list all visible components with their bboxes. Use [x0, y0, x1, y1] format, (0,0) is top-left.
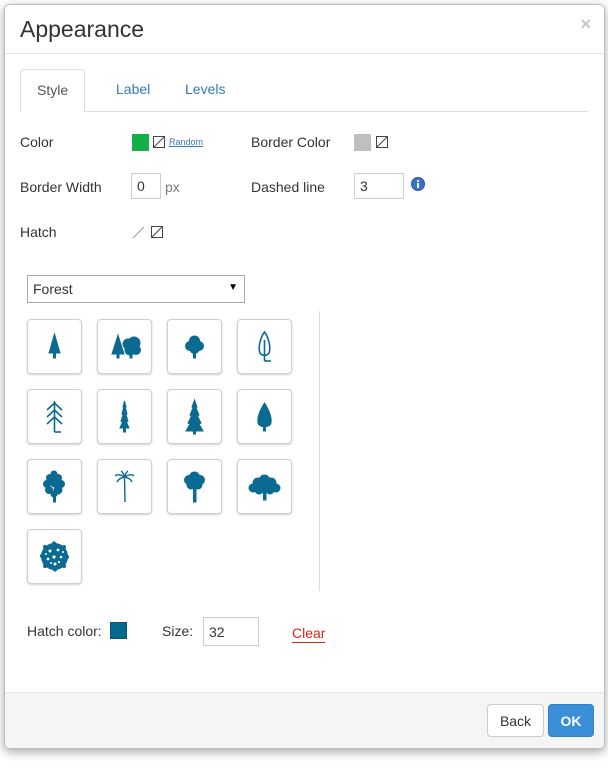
hatch-color-swatch[interactable]: [110, 622, 127, 639]
color-label: Color: [20, 134, 54, 150]
small-conifer-icon: [48, 332, 61, 359]
border-width-unit: px: [165, 179, 180, 195]
hatch-no-fill-icon[interactable]: [151, 226, 163, 238]
hatch-pattern-round-tree[interactable]: [167, 319, 222, 374]
hatch-pattern-small-conifer[interactable]: [27, 319, 82, 374]
dialog-title: Appearance: [20, 16, 145, 42]
hatch-pattern-outline-pine[interactable]: [27, 389, 82, 444]
dialog-header: Appearance ×: [5, 5, 604, 54]
hatch-pattern-teardrop-tree[interactable]: [237, 389, 292, 444]
appearance-dialog: Appearance × Style Label Levels Color Ra…: [4, 4, 605, 749]
broad-crown-tree-icon: [248, 474, 281, 501]
ok-button[interactable]: OK: [548, 704, 594, 737]
hatch-pattern-outline-tree[interactable]: [237, 319, 292, 374]
tab-levels[interactable]: Levels: [169, 69, 241, 110]
dashed-line-input[interactable]: [354, 173, 404, 199]
size-label: Size:: [162, 623, 194, 639]
outline-pine-icon: [46, 401, 63, 433]
hatch-category-select[interactable]: Forest ▼: [27, 275, 245, 303]
color-no-fill-icon[interactable]: [153, 136, 165, 148]
info-icon[interactable]: [411, 177, 425, 191]
dashed-line-label: Dashed line: [251, 179, 325, 195]
outline-tree-icon: [258, 330, 271, 362]
dropdown-arrow-icon: ▼: [228, 282, 238, 293]
round-tree-icon: [185, 335, 204, 359]
tree-group-icon: [111, 333, 141, 359]
narrow-fir-icon: [119, 400, 130, 433]
teardrop-tree-icon: [257, 402, 272, 432]
border-width-input[interactable]: [131, 173, 161, 199]
tab-bar: Style Label Levels: [20, 69, 588, 112]
border-color-label: Border Color: [251, 134, 331, 150]
random-color-link[interactable]: Random: [169, 137, 203, 147]
dialog-footer: Back OK: [5, 692, 604, 748]
tab-label[interactable]: Label: [100, 69, 166, 110]
clear-link[interactable]: Clear: [292, 625, 326, 643]
hatch-pattern-spruce[interactable]: [167, 389, 222, 444]
hatch-pattern-palm-tree[interactable]: [97, 459, 152, 514]
close-icon[interactable]: ×: [580, 14, 591, 35]
oak-tree-icon: [184, 471, 205, 503]
shrub-top-view-icon: [39, 541, 70, 572]
back-button[interactable]: Back: [487, 704, 544, 737]
spruce-icon: [185, 398, 204, 435]
border-color-swatch[interactable]: [354, 134, 371, 151]
palm-tree-icon: [114, 470, 135, 503]
hatch-color-label: Hatch color:: [27, 623, 102, 639]
hatch-pattern-tree-group[interactable]: [97, 319, 152, 374]
hatch-pattern-narrow-fir[interactable]: [97, 389, 152, 444]
hatch-pattern-bushy-tree[interactable]: [27, 459, 82, 514]
border-no-color-icon[interactable]: [376, 136, 388, 148]
hatch-category-value: Forest: [33, 281, 73, 297]
hatch-label: Hatch: [20, 224, 57, 240]
tab-style[interactable]: Style: [20, 69, 86, 112]
hatch-pattern-broad-crown-tree[interactable]: [237, 459, 292, 514]
vertical-divider: [319, 311, 320, 591]
border-width-label: Border Width: [20, 179, 102, 195]
hatch-pattern-oak-tree[interactable]: [167, 459, 222, 514]
hatch-pattern-shrub-top-view[interactable]: [27, 529, 82, 584]
color-swatch[interactable]: [132, 134, 149, 151]
bushy-tree-icon: [43, 470, 65, 503]
hatch-preview-icon[interactable]: [132, 226, 145, 239]
size-input[interactable]: [203, 617, 259, 646]
